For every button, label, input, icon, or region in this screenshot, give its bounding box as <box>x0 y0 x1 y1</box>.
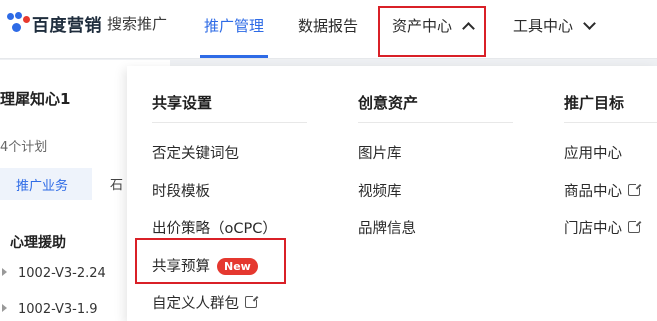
expand-arrow-icon[interactable] <box>2 268 7 276</box>
column-divider <box>152 122 307 123</box>
menu-item-product-center[interactable]: 商品中心 <box>564 180 642 201</box>
menu-item-label: 否定关键词包 <box>152 146 239 162</box>
nav-data-report[interactable]: 数据报告 <box>298 15 358 36</box>
menu-item-video-library[interactable]: 视频库 <box>358 180 402 201</box>
nav-active-indicator <box>200 55 268 58</box>
column-divider <box>358 122 513 123</box>
menu-item-brand-info[interactable]: 品牌信息 <box>358 217 416 238</box>
external-link-icon <box>628 182 642 196</box>
menu-item-label: 商品中心 <box>564 184 622 200</box>
tree-row[interactable]: 1002-V3-2.24 <box>0 266 106 281</box>
menu-item-custom-audience[interactable]: 自定义人群包 <box>152 292 259 313</box>
shared-budget-highlight-box <box>135 238 286 284</box>
expand-arrow-icon[interactable] <box>2 304 7 312</box>
menu-item-negative-keyword-pack[interactable]: 否定关键词包 <box>152 142 239 163</box>
nav-tool-center[interactable]: 工具中心 <box>513 15 596 36</box>
menu-item-label: 自定义人群包 <box>152 296 239 312</box>
account-title: 理犀知心1 <box>0 90 71 108</box>
tree-row[interactable]: 1002-V3-1.9 <box>0 302 98 317</box>
top-nav-bar: 百度营销 搜索推广 推广管理 数据报告 资产中心 工具中心 <box>0 0 657 59</box>
column-divider <box>564 122 657 123</box>
tab-promotion-business[interactable]: 推广业务 <box>0 168 92 200</box>
tab-label: 推广业务 <box>16 178 69 194</box>
nav-label: 数据报告 <box>298 17 359 35</box>
nav-label: 推广管理 <box>204 17 265 35</box>
baidu-paw-icon <box>6 12 30 34</box>
external-link-icon <box>245 294 259 308</box>
menu-item-image-library[interactable]: 图片库 <box>358 142 402 163</box>
campaign-group-title[interactable]: 心理援助 <box>10 232 66 252</box>
menu-item-label: 时段模板 <box>152 184 210 200</box>
menu-item-bid-strategy[interactable]: 出价策略（oCPC） <box>152 217 277 238</box>
menu-item-store-center[interactable]: 门店中心 <box>564 217 642 238</box>
menu-item-label: 应用中心 <box>564 146 622 162</box>
menu-item-label: 视频库 <box>358 184 402 200</box>
column-heading-creative-assets: 创意资产 <box>358 94 419 112</box>
tree-row-label: 1002-V3-2.24 <box>18 266 106 281</box>
product-name: 搜索推广 <box>107 14 168 33</box>
menu-item-label: 图片库 <box>358 146 402 162</box>
nav-promotion-management[interactable]: 推广管理 <box>204 15 264 36</box>
menu-item-app-center[interactable]: 应用中心 <box>564 142 622 163</box>
nav-label: 工具中心 <box>513 17 574 35</box>
column-heading-promotion-targets: 推广目标 <box>564 94 625 112</box>
menu-item-label: 出价策略（oCPC） <box>152 221 277 237</box>
menu-item-label: 品牌信息 <box>358 221 416 237</box>
tree-row-label: 1002-V3-1.9 <box>18 302 98 317</box>
menu-item-time-template[interactable]: 时段模板 <box>152 180 210 201</box>
column-heading-shared-settings: 共享设置 <box>152 94 213 112</box>
menu-item-label: 门店中心 <box>564 221 622 237</box>
plan-count: 4个计划 <box>0 140 48 155</box>
external-link-icon <box>628 219 642 233</box>
chevron-down-icon <box>583 17 596 30</box>
logo[interactable]: 百度营销 搜索推广 <box>6 11 168 36</box>
tab-partial-label[interactable]: 石 <box>110 174 123 193</box>
asset-center-dropdown: 共享设置 否定关键词包 时段模板 出价策略（oCPC） 共享预算 New 自定义人… <box>127 66 657 321</box>
brand-name: 百度营销 <box>32 15 102 36</box>
asset-center-highlight-box <box>378 6 486 57</box>
